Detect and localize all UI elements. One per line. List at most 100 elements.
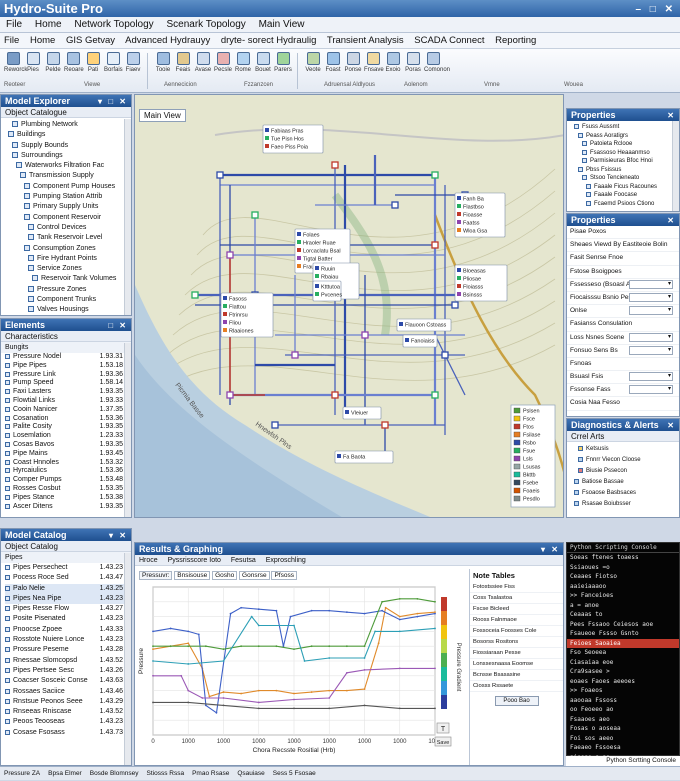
property-tree-item[interactable]: Stsoo Tencieneato: [570, 174, 679, 183]
property-value-field[interactable]: ▾: [629, 280, 673, 289]
catalog-scrollbar[interactable]: [124, 553, 131, 765]
network-node[interactable]: [227, 392, 233, 398]
file-button[interactable]: Pies: [24, 52, 42, 80]
subtab-profiles[interactable]: Pfsoss: [271, 571, 297, 580]
network-node[interactable]: [362, 332, 368, 338]
element-row[interactable]: Comper Pumps1.53.48: [5, 476, 131, 485]
export-button[interactable]: Exoio: [384, 52, 402, 80]
chart-button[interactable]: Fiaev: [124, 52, 142, 80]
property-tree-item[interactable]: Faaale Foocase: [570, 191, 679, 200]
table-button[interactable]: Pati: [84, 52, 102, 80]
catalog-row[interactable]: Rosstote Nuiere Lonce1.43.23: [5, 635, 131, 645]
element-row[interactable]: Losemlation1.23.33: [5, 432, 131, 441]
main-view-tab[interactable]: Main View: [139, 109, 186, 122]
results-tab-exporting[interactable]: Exproschling: [266, 557, 306, 564]
network-node[interactable]: [432, 392, 438, 398]
network-node[interactable]: [442, 352, 448, 358]
alert-item[interactable]: Ketsusis: [572, 444, 679, 455]
transient-button[interactable]: Foast: [324, 52, 342, 80]
note-row[interactable]: Bcnsse Bsasasine: [470, 670, 563, 681]
alert-item[interactable]: Batiose Bassae: [572, 477, 679, 488]
network-node[interactable]: [292, 352, 298, 358]
note-row[interactable]: Fossoceia Foosses Cole: [470, 626, 563, 637]
catalog-row[interactable]: Pipes Resse Flow1.43.27: [5, 604, 131, 614]
network-map[interactable]: Fabiaas PrasTue Pisn HosFaeo Piss PoiaFo…: [135, 95, 564, 518]
pane-controls[interactable]: ▾ □ ✕: [98, 96, 128, 108]
tree-item[interactable]: Pumping Station Attrib: [4, 192, 131, 202]
property-value-field[interactable]: ▾: [629, 372, 673, 381]
tree-item[interactable]: Primary Supply Units: [4, 202, 131, 212]
note-row[interactable]: Ciosss Rssaete: [470, 681, 563, 692]
tree-item[interactable]: Waterworks Filtration Fac: [4, 161, 131, 171]
menu-scenario-topology[interactable]: Scenark Topology: [166, 19, 245, 30]
element-row[interactable]: Faxi Lasters1.93.35: [5, 388, 131, 397]
pane-controls[interactable]: ▾ ✕: [109, 530, 128, 542]
tab-transient-analysis[interactable]: Transient Analysis: [327, 35, 404, 46]
note-row[interactable]: Rooss Falnmaoe: [470, 615, 563, 626]
results-tab-pressure[interactable]: Pyssrisscore Ioto: [168, 557, 221, 564]
tree-item[interactable]: Control Devices: [4, 223, 131, 233]
network-node[interactable]: [382, 422, 388, 428]
tree-item[interactable]: Reservoir Tank Volumes: [4, 274, 131, 284]
menu-main-view[interactable]: Main View: [259, 19, 305, 30]
map-callout[interactable]: Vleiuer: [343, 407, 381, 419]
tab-advanced-hydraulics[interactable]: Advanced Hydrauyy: [125, 35, 210, 46]
element-row[interactable]: Flowtial Links1.93.33: [5, 397, 131, 406]
node-button[interactable]: Tooie: [154, 52, 172, 80]
network-node[interactable]: [432, 172, 438, 178]
tree-item[interactable]: Fire Hydrant Points: [4, 254, 131, 264]
property-tree-item[interactable]: Patoieta Rclooe: [570, 140, 679, 149]
elements-scrollbar[interactable]: [124, 343, 131, 517]
note-row[interactable]: Fscse Bicleed: [470, 604, 563, 615]
pane-controls[interactable]: ▾ ✕: [541, 544, 560, 556]
property-tree-item[interactable]: Fsuss Aussmt: [570, 123, 679, 132]
map-callout[interactable]: KtttutoaPvcenes: [313, 281, 342, 301]
element-row[interactable]: Cosanation1.53.36: [5, 415, 131, 424]
map-callout[interactable]: Fanh BaFlastbsoFioasseFaatssWloa Gsa: [455, 193, 505, 237]
tree-item[interactable]: Plumbing Network: [4, 120, 131, 130]
element-row[interactable]: Pipes Stance1.53.38: [5, 494, 131, 503]
tree-item[interactable]: Surroundings: [4, 151, 131, 161]
run-button[interactable]: Parers: [274, 52, 292, 80]
tree-item[interactable]: Component Reservoir: [4, 213, 131, 223]
map-callout[interactable]: Fa Baota: [335, 451, 393, 463]
catalog-row[interactable]: Pnoocse Zpoee1.43.33: [5, 625, 131, 635]
catalog-row[interactable]: Pipes Nea Pipe1.43.23: [5, 594, 131, 604]
catalog-row[interactable]: Rossaes Saciice1.43.46: [5, 687, 131, 697]
property-tree-item[interactable]: Pbss Fsissus: [570, 166, 679, 175]
network-node[interactable]: [192, 292, 198, 298]
tree-item[interactable]: Consumption Zones: [4, 244, 131, 254]
results-tab-features[interactable]: Fesutsa: [231, 557, 256, 564]
catalog-row[interactable]: Peoos Teooseas1.43.23: [5, 717, 131, 727]
network-node[interactable]: [432, 242, 438, 248]
catalog-row[interactable]: Rnstsue Peonos Seee1.43.29: [5, 697, 131, 707]
tree-item[interactable]: Buildings: [4, 130, 131, 140]
map-callout[interactable]: FasossFlattouFtrinrsuFliouRlaaiones: [221, 293, 273, 337]
element-row[interactable]: Pressure Nodel1.93.31: [5, 353, 131, 362]
menu-home[interactable]: Home: [35, 19, 62, 30]
element-row[interactable]: Rosses Cosbut1.53.35: [5, 485, 131, 494]
python-console[interactable]: Python Scripting Console Soeas ftenes to…: [566, 542, 680, 756]
catalog-row[interactable]: Coacser Sosceic Conse1.43.63: [5, 676, 131, 686]
pressure-chart[interactable]: 010001000100010001000100010001000Chora R…: [135, 583, 470, 766]
tree-item[interactable]: Service Zones: [4, 264, 131, 274]
subtab-graph[interactable]: Gosho: [212, 571, 237, 580]
apply-button[interactable]: Pooo Bao: [495, 696, 539, 706]
element-row[interactable]: Cosas Bavos1.93.35: [5, 441, 131, 450]
tab-file[interactable]: File: [4, 35, 19, 46]
subtab-pressure[interactable]: Pressuvr:: [139, 571, 172, 580]
menu-file[interactable]: File: [6, 19, 22, 30]
network-node[interactable]: [272, 422, 278, 428]
network-node[interactable]: [217, 172, 223, 178]
connection-button[interactable]: Reworck: [4, 52, 22, 80]
element-row[interactable]: Pipe Pipes1.53.18: [5, 362, 131, 371]
alert-item[interactable]: Rsasae Boiubsser: [572, 499, 679, 510]
subtab-baseline[interactable]: Bnsisouse: [174, 571, 210, 580]
note-row[interactable]: Coss Tsalastoa: [470, 593, 563, 604]
map-callout[interactable]: Flauoon Cstoass: [397, 319, 451, 331]
property-tree-item[interactable]: Faaale Ficus Racounes: [570, 183, 679, 192]
map-callout[interactable]: Fabiaas PrasTue Pisn HosFaeo Piss Poia: [263, 125, 323, 153]
tree-item[interactable]: Component Pump Houses: [4, 182, 131, 192]
layer-button[interactable]: Reoare: [64, 52, 82, 80]
junction-button[interactable]: Bouet: [254, 52, 272, 80]
